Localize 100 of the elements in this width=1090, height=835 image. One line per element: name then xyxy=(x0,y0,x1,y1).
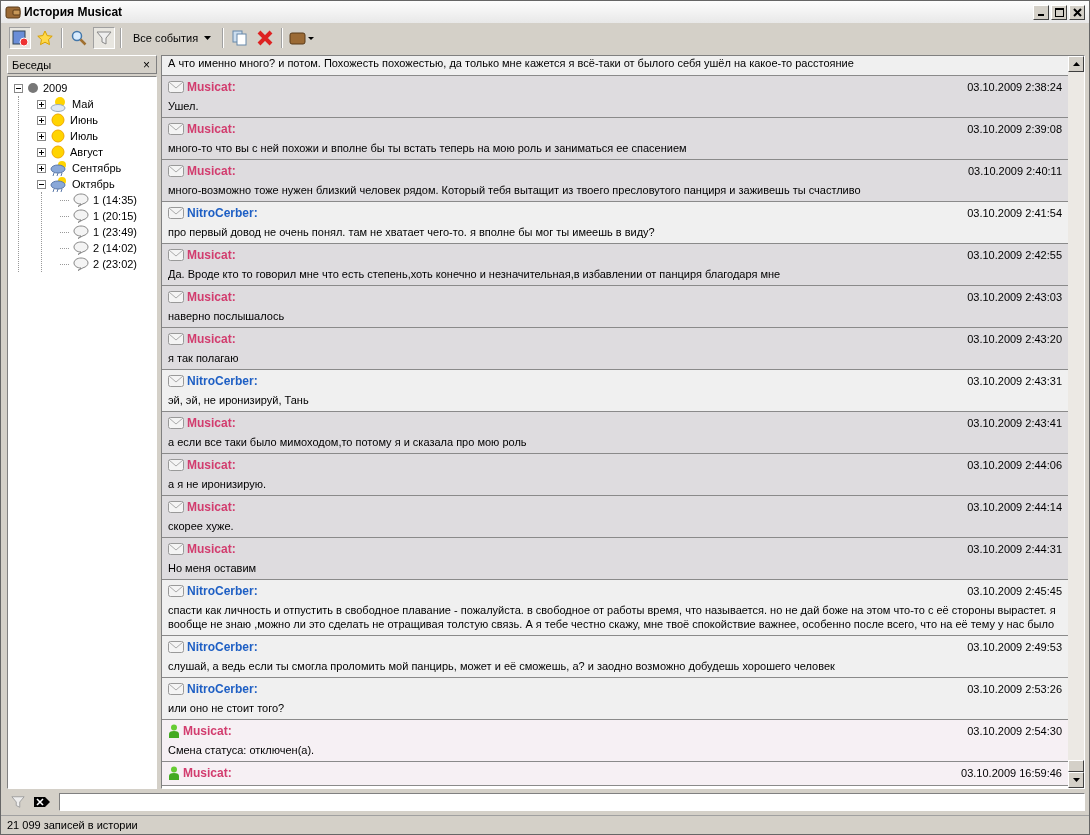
events-dropdown[interactable]: Все события xyxy=(127,32,218,44)
envelope-icon xyxy=(168,375,184,387)
scroll-up-icon[interactable] xyxy=(1072,62,1080,66)
author-name: NitroCerber: xyxy=(187,640,258,654)
rain-cloud-icon xyxy=(50,176,68,192)
author-name: Musicat: xyxy=(187,542,236,556)
minimize-button[interactable] xyxy=(1033,4,1049,20)
tree-item[interactable]: Май xyxy=(72,98,94,110)
speech-bubble-icon xyxy=(73,225,89,239)
close-button[interactable] xyxy=(1069,4,1085,20)
message-time: 03.10.2009 2:43:31 xyxy=(967,375,1062,387)
maximize-button[interactable] xyxy=(1051,4,1067,20)
message-text: Да. Вроде кто то говорил мне что есть степень,хоть конечно и незначительная,в избавлении от панциря благодаря мне xyxy=(168,267,782,282)
expand-toggle-icon[interactable] xyxy=(37,99,46,109)
message-time: 03.10.2009 2:40:11 xyxy=(968,165,1062,177)
tree-item[interactable]: Июнь xyxy=(70,114,98,126)
envelope-icon xyxy=(168,683,184,695)
status-text: 21 099 записей в истории xyxy=(7,819,138,831)
author-name: NitroCerber: xyxy=(187,374,258,388)
scroll-thumb[interactable] xyxy=(1068,760,1084,772)
message-text: я так полагаю xyxy=(168,351,240,366)
tree-item[interactable]: 1 (14:35) xyxy=(93,194,138,206)
author-name: Musicat: xyxy=(187,458,236,472)
message-text: много-возможно тоже нужен близкий человек рядом. Который тебя вытащит из твоего пресловутого панциря и заживешь ты счастливо xyxy=(168,183,862,198)
message-time: 03.10.2009 2:43:41 xyxy=(967,417,1062,429)
clear-button[interactable] xyxy=(33,796,51,808)
message-text: или оно не стоит того? xyxy=(168,701,286,716)
message-text: много-то что вы с ней похожи и вполне бы ты встать теперь на мою роль и заниматься ее спасением xyxy=(168,141,688,156)
tree-item[interactable]: 2 (14:02) xyxy=(93,242,138,254)
message-text: а если все таки было мимоходом,то потому я и сказала про мою роль xyxy=(168,435,528,450)
message-time: 03.10.2009 2:39:08 xyxy=(967,123,1062,135)
envelope-icon xyxy=(168,207,184,219)
expand-toggle-icon[interactable] xyxy=(37,131,46,141)
calendar-button[interactable] xyxy=(9,27,31,49)
tree-item[interactable]: Август xyxy=(70,146,104,158)
message-time: 03.10.2009 2:38:24 xyxy=(967,81,1062,93)
sun-icon xyxy=(50,128,66,144)
tree-item[interactable]: Сентябрь xyxy=(72,162,122,174)
speech-bubble-icon xyxy=(73,257,89,271)
message-text: эй, эй, не иронизируй, Тань xyxy=(168,393,310,408)
author-name: Musicat: xyxy=(187,248,236,262)
envelope-icon xyxy=(168,459,184,471)
sun-icon xyxy=(50,144,66,160)
window-title: История Musicat xyxy=(24,5,123,19)
message-text: слушай, а ведь если ты смогла проломить мой панцирь, может и её сможешь, а? и заодно возможно добудешь хорошего человек xyxy=(168,659,836,674)
message-time: 03.10.2009 2:53:26 xyxy=(967,683,1062,695)
author-name: Musicat: xyxy=(187,500,236,514)
message-text: Смена статуса: отключен(а). xyxy=(168,743,316,758)
tree-item[interactable]: 1 (20:15) xyxy=(93,210,138,222)
search-field[interactable] xyxy=(59,793,1085,811)
author-name: NitroCerber: xyxy=(187,682,258,696)
expand-toggle-icon[interactable] xyxy=(37,115,46,125)
message-time: 03.10.2009 2:41:54 xyxy=(967,207,1062,219)
message-text: Ушел. xyxy=(168,99,200,114)
scrollbar[interactable] xyxy=(1068,56,1084,788)
message-time: 03.10.2009 2:42:55 xyxy=(967,249,1062,261)
author-name: Musicat: xyxy=(187,122,236,136)
tree-item[interactable]: 1 (23:49) xyxy=(93,226,138,238)
message-text: наверно послышалось xyxy=(168,309,286,324)
message-time: 03.10.2009 2:44:31 xyxy=(967,543,1062,555)
envelope-icon xyxy=(168,417,184,429)
wallet-icon xyxy=(5,4,21,20)
expand-toggle-icon[interactable] xyxy=(37,163,46,173)
envelope-icon xyxy=(168,123,184,135)
collapse-toggle-icon[interactable] xyxy=(14,83,23,93)
message-text: Но меня оставим xyxy=(168,561,258,576)
minimize-icon xyxy=(1038,14,1044,16)
envelope-icon xyxy=(168,333,184,345)
close-panel-button[interactable]: × xyxy=(143,57,150,72)
message-time: 03.10.2009 2:44:06 xyxy=(967,459,1062,471)
caret-icon xyxy=(204,36,212,40)
filter-icon xyxy=(11,795,25,809)
tree-item[interactable]: Июль xyxy=(70,130,99,142)
author-name: Musicat: xyxy=(187,332,236,346)
sun-icon xyxy=(50,112,66,128)
tree-item[interactable]: Октябрь xyxy=(72,178,115,190)
author-name: Musicat: xyxy=(187,164,236,178)
envelope-icon xyxy=(168,165,184,177)
envelope-icon xyxy=(168,249,184,261)
author-name: NitroCerber: xyxy=(187,584,258,598)
collapse-toggle-icon[interactable] xyxy=(37,179,46,189)
author-name: Musicat: xyxy=(183,724,232,738)
message-time: 03.10.2009 2:43:03 xyxy=(967,291,1062,303)
tree-item[interactable]: 2 (23:02) xyxy=(93,258,138,270)
message-time: 03.10.2009 2:54:30 xyxy=(967,725,1062,737)
expand-toggle-icon[interactable] xyxy=(37,147,46,157)
message-text: а я не иронизирую. xyxy=(168,477,268,492)
person-icon xyxy=(168,766,180,780)
envelope-icon xyxy=(168,81,184,93)
dot-icon xyxy=(27,82,39,94)
envelope-icon xyxy=(168,543,184,555)
scroll-down-icon[interactable] xyxy=(1072,778,1080,782)
message-time: 03.10.2009 2:49:53 xyxy=(967,641,1062,653)
filter-button[interactable] xyxy=(93,27,115,49)
author-name: NitroCerber: xyxy=(187,206,258,220)
speech-bubble-icon xyxy=(73,209,89,223)
author-name: Musicat: xyxy=(187,416,236,430)
message-text: спасти как личность и отпустить в свободное плавание - пожалуйста. в свободное от работы время, что называется. но не дай боже на этом что-то с её стороны вырастет. я вообще не знаю ,можно ли это сделать не отращивая толстую связь. А я тебе честно скажу, мне твоё спокойствие важнее, особенно после всего, что на её тему у нас было xyxy=(168,603,1057,632)
envelope-icon xyxy=(168,641,184,653)
tree-item[interactable]: 2009 xyxy=(43,82,68,94)
